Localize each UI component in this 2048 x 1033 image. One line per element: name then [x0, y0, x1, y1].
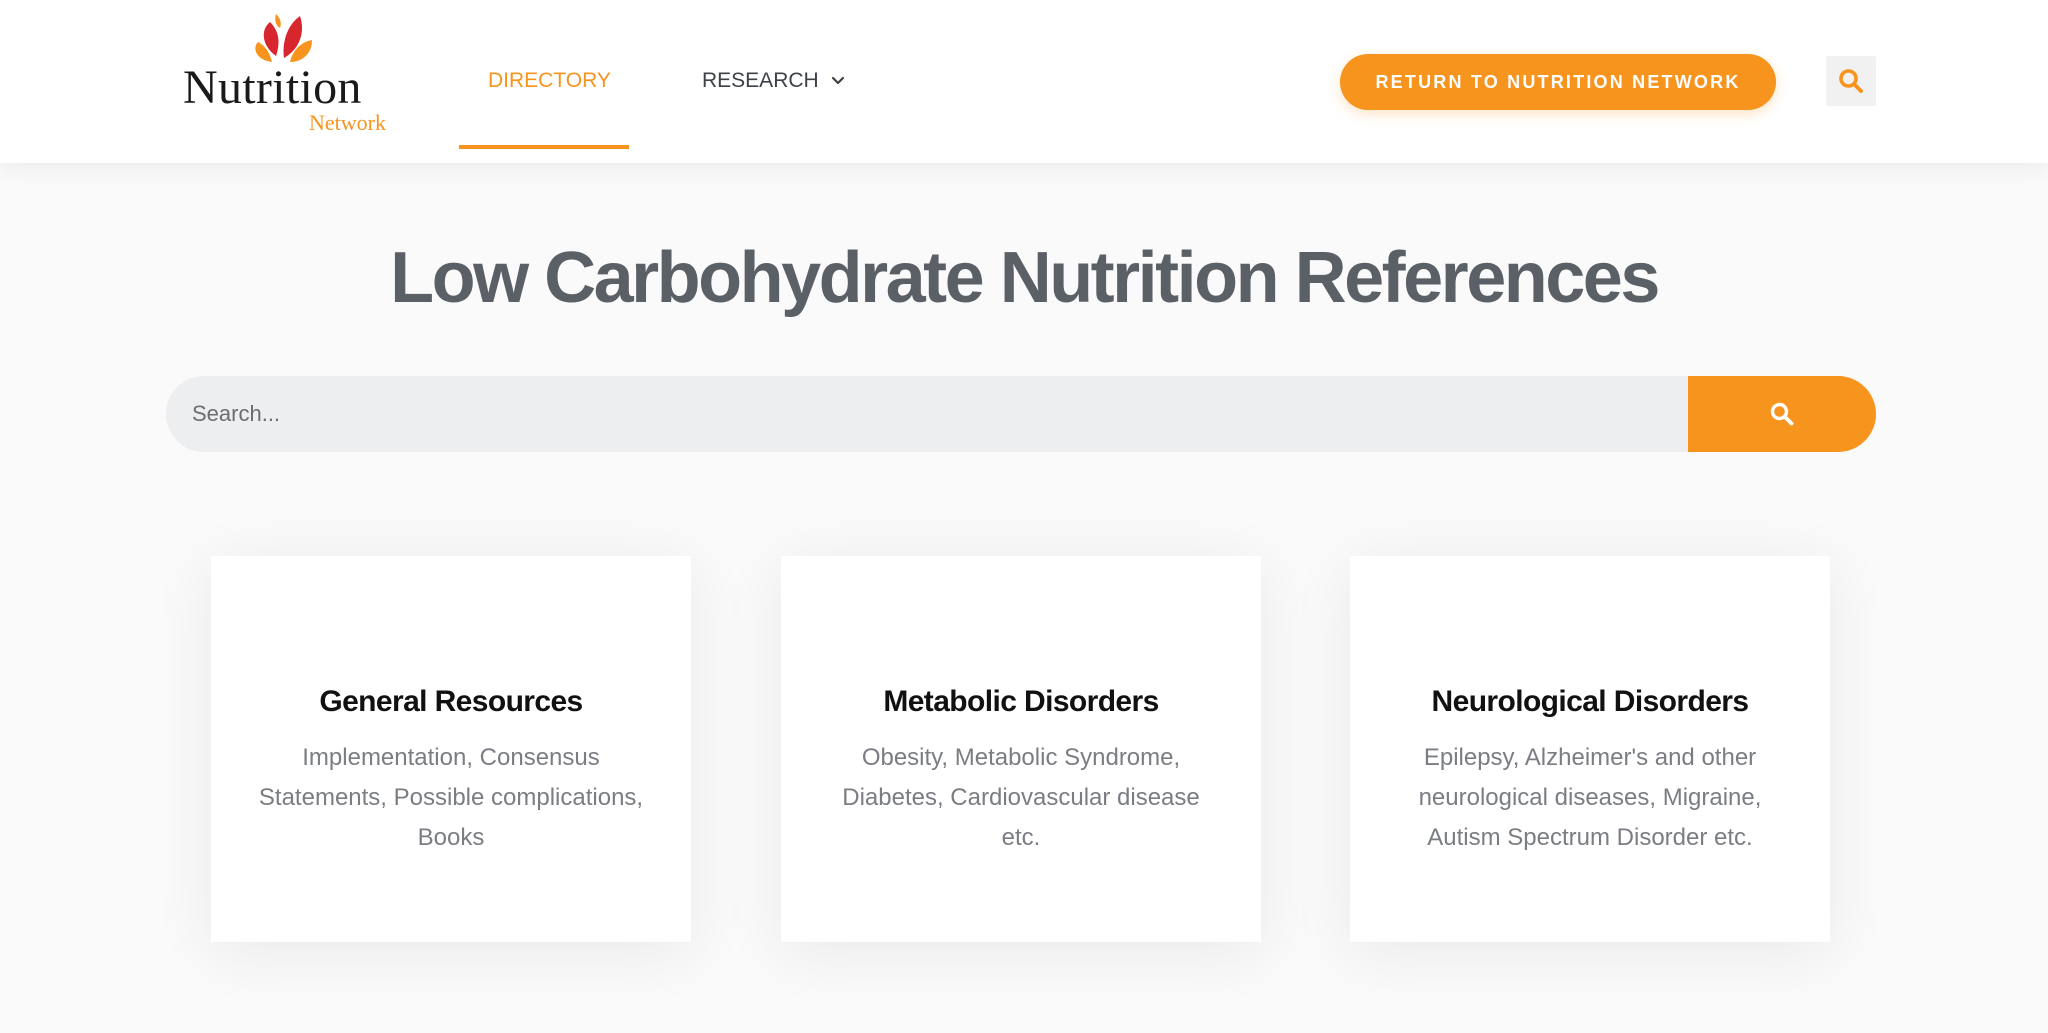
card-title: Neurological Disorders	[1431, 685, 1749, 718]
search-input[interactable]	[166, 376, 1688, 452]
category-card-general-resources[interactable]: General Resources Implementation, Consen…	[211, 556, 691, 942]
category-card-metabolic-disorders[interactable]: Metabolic Disorders Obesity, Metabolic S…	[781, 556, 1261, 942]
search-icon	[1839, 69, 1863, 93]
chevron-down-icon	[831, 76, 844, 85]
site-header: Nutrition Network DIRECTORY RESEARCH RET…	[0, 0, 2048, 163]
search-icon	[1770, 402, 1794, 426]
logo-subtitle: Network	[309, 110, 386, 135]
card-description: Implementation, Consensus Statements, Po…	[258, 744, 644, 851]
category-card-neurological-disorders[interactable]: Neurological Disorders Epilepsy, Alzheim…	[1350, 556, 1830, 942]
nav-research-label: RESEARCH	[702, 69, 819, 92]
nav-directory[interactable]: DIRECTORY	[488, 68, 611, 94]
nav-research[interactable]: RESEARCH	[702, 68, 845, 94]
return-to-network-button[interactable]: RETURN TO NUTRITION NETWORK	[1340, 54, 1776, 110]
site-logo[interactable]: Nutrition Network	[180, 14, 386, 138]
logo-wordmark: Nutrition	[183, 61, 362, 114]
header-search-button[interactable]	[1826, 56, 1876, 106]
search-submit-button[interactable]	[1688, 376, 1876, 452]
reference-search-form	[166, 376, 1876, 452]
card-description: Epilepsy, Alzheimer's and other neurolog…	[1418, 744, 1762, 851]
card-description: Obesity, Metabolic Syndrome, Diabetes, C…	[842, 744, 1200, 851]
card-title: General Resources	[319, 685, 583, 718]
card-title: Metabolic Disorders	[883, 685, 1159, 718]
page-title: Low Carbohydrate Nutrition References	[390, 238, 1660, 318]
nav-active-indicator	[459, 145, 629, 149]
